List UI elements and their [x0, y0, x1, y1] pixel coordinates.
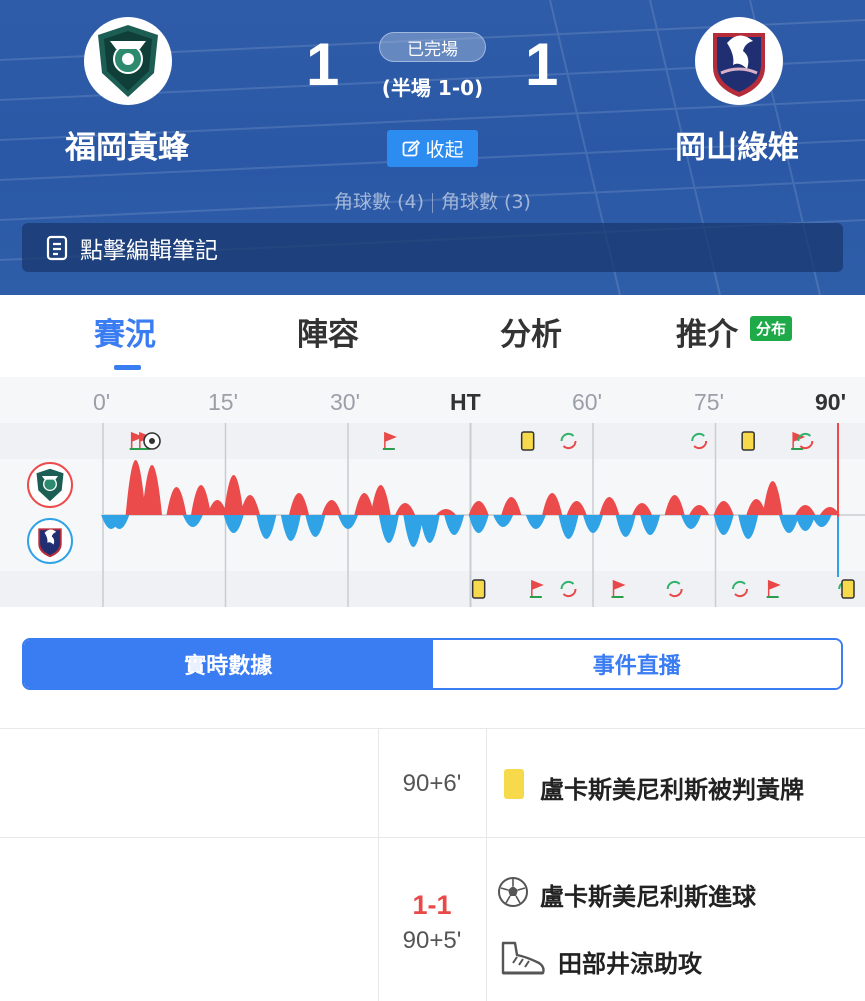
soccer-ball-icon	[498, 877, 528, 907]
yellow-card-icon	[741, 431, 755, 451]
match-header: 福岡黃蜂 岡山綠雉 1 1 已完場 (半場 1-0) 收起 角球數 (4) 角球數…	[0, 0, 865, 295]
row-divider	[0, 837, 865, 838]
tab-bar: 賽況 陣容 分析 推介 分布	[0, 295, 865, 375]
tab-badge: 分布	[750, 316, 793, 341]
away-team-logo[interactable]	[695, 17, 783, 105]
event-time: 90+5'	[402, 927, 462, 954]
column-divider	[486, 729, 487, 1001]
edit-icon	[403, 139, 421, 156]
event-list: 90+6' 盧卡斯美尼利斯被判黃牌 1-1 90+5' 盧卡斯美尼利斯進球 田部…	[0, 728, 865, 1001]
pheasant-crest-icon	[38, 528, 62, 558]
collapse-button[interactable]: 收起	[387, 130, 478, 167]
realtime-data-tab[interactable]: 實時數據	[24, 640, 433, 688]
corner-counts: 角球數 (4) 角球數 (3)	[300, 187, 565, 214]
away-corners: 角球數 (3)	[441, 191, 531, 213]
edit-notes-bar[interactable]: 點擊編輯筆記	[22, 223, 843, 272]
yellow-card-icon	[841, 579, 855, 599]
home-team-logo[interactable]	[84, 17, 172, 105]
collapse-label: 收起	[425, 139, 464, 161]
pheasant-crest-icon	[713, 33, 765, 97]
hornet-crest-icon	[36, 468, 64, 502]
hornet-crest-icon	[98, 25, 158, 97]
event-time: 90+6'	[402, 770, 462, 797]
halftime-score: (半場 1-0)	[381, 76, 484, 100]
event-description: 盧卡斯美尼利斯被判黃牌	[540, 776, 804, 804]
away-score: 1	[525, 31, 559, 98]
active-tab-indicator	[114, 365, 141, 370]
tab-lineup[interactable]: 陣容	[297, 309, 359, 354]
goal-icon	[143, 432, 161, 450]
event-score: 1-1	[412, 890, 452, 920]
home-events-strip	[0, 423, 865, 459]
event-live-tab[interactable]: 事件直播	[432, 640, 841, 688]
corner-divider	[432, 192, 433, 213]
away-events-strip	[0, 571, 865, 607]
home-mini-logo	[27, 462, 73, 508]
yellow-card-icon	[520, 431, 535, 451]
notes-label: 點擊編輯筆記	[80, 237, 218, 264]
yellow-card-icon	[504, 769, 524, 799]
tab-match-status[interactable]: 賽況	[94, 309, 156, 354]
boot-icon	[501, 941, 545, 975]
away-mini-logo	[27, 518, 73, 564]
tab-recommend[interactable]: 推介	[676, 309, 738, 354]
event-description: 田部井涼助攻	[558, 950, 702, 978]
home-score: 1	[306, 31, 340, 98]
match-momentum-timeline: 0' 15' 30' HT 60' 75' 90'	[0, 377, 865, 607]
match-status-badge: 已完場	[379, 32, 486, 62]
tab-analysis[interactable]: 分析	[500, 309, 562, 354]
data-mode-switch: 實時數據 事件直播	[22, 638, 843, 690]
home-corners: 角球數 (4)	[334, 191, 424, 213]
note-icon	[46, 235, 68, 260]
home-team-name: 福岡黃蜂	[65, 130, 189, 166]
yellow-card-icon	[471, 579, 486, 599]
momentum-chart[interactable]	[0, 377, 865, 607]
event-description: 盧卡斯美尼利斯進球	[540, 883, 756, 911]
away-team-name: 岡山綠雉	[675, 130, 799, 166]
